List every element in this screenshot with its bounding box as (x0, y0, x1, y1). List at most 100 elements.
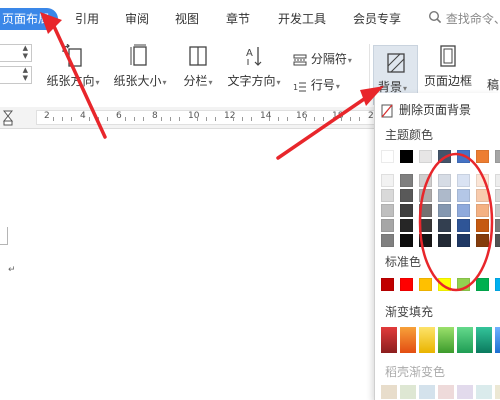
theme-color-swatch[interactable] (438, 234, 451, 247)
tab-developer[interactable]: 开发工具 (278, 8, 326, 30)
theme-color-swatch[interactable] (476, 234, 489, 247)
paper-size-button[interactable]: 纸张大小▾ (110, 44, 170, 89)
standard-color-swatch[interactable] (457, 278, 470, 291)
theme-color-swatch[interactable] (457, 150, 470, 163)
ruler-tick (341, 117, 342, 121)
tab-view[interactable]: 视图 (175, 8, 199, 30)
ruler-label: 6 (116, 111, 122, 121)
tab-references[interactable]: 引用 (75, 8, 99, 30)
theme-color-swatch[interactable] (400, 219, 413, 232)
partial-ribbon-label: 稿 (486, 78, 499, 92)
separator-button[interactable]: 分隔符▾ (293, 50, 363, 67)
theme-color-swatch[interactable] (476, 174, 489, 187)
theme-color-swatch[interactable] (476, 204, 489, 217)
theme-color-swatch[interactable] (381, 234, 394, 247)
theme-color-swatch[interactable] (438, 189, 451, 202)
app-window: 页面布局 引用 审阅 视图 章节 开发工具 会员专享 查找命令、 ▲ ▼ ▲ ▼ 纸… (0, 0, 500, 400)
theme-color-swatch[interactable] (400, 204, 413, 217)
page-corner-mark (0, 227, 8, 245)
theme-color-swatch[interactable] (381, 189, 394, 202)
ruler-tick (242, 117, 243, 121)
theme-color-swatch[interactable] (419, 174, 432, 187)
theme-color-swatch[interactable] (457, 189, 470, 202)
partial-swatch[interactable] (495, 385, 500, 399)
theme-color-swatch[interactable] (495, 234, 500, 247)
gradient-swatch[interactable] (457, 327, 473, 353)
gradient-swatch[interactable] (419, 327, 435, 353)
theme-color-swatch[interactable] (457, 234, 470, 247)
theme-color-swatch[interactable] (381, 174, 394, 187)
theme-color-swatch[interactable] (495, 150, 500, 163)
theme-color-swatch[interactable] (438, 174, 451, 187)
remove-background-item[interactable]: 删除页面背景 (381, 101, 499, 119)
theme-color-swatch[interactable] (495, 204, 500, 217)
theme-color-swatch[interactable] (400, 174, 413, 187)
standard-color-swatch[interactable] (476, 278, 489, 291)
margin-bottom-stepper[interactable]: ▲ ▼ (0, 66, 32, 84)
tab-sections[interactable]: 章节 (226, 8, 250, 30)
partial-swatch[interactable] (419, 385, 435, 399)
theme-color-swatch[interactable] (381, 204, 394, 217)
gradient-swatch[interactable] (495, 327, 500, 353)
theme-color-swatch[interactable] (419, 189, 432, 202)
gradient-swatch[interactable] (438, 327, 454, 353)
ruler-label: 4 (80, 111, 86, 121)
theme-color-swatch[interactable] (438, 150, 451, 163)
columns-button[interactable]: 分栏▾ (176, 44, 220, 89)
partial-swatch[interactable] (476, 385, 492, 399)
theme-color-swatch[interactable] (400, 189, 413, 202)
theme-color-swatch[interactable] (419, 204, 432, 217)
ruler-tick (251, 117, 252, 121)
partial-swatch[interactable] (438, 385, 454, 399)
partial-swatch[interactable] (457, 385, 473, 399)
theme-color-swatch[interactable] (495, 219, 500, 232)
theme-color-swatch[interactable] (381, 150, 394, 163)
theme-color-swatch[interactable] (438, 204, 451, 217)
theme-color-swatch[interactable] (419, 150, 432, 163)
theme-color-swatch[interactable] (457, 204, 470, 217)
theme-color-swatch[interactable] (381, 219, 394, 232)
tab-review[interactable]: 审阅 (125, 8, 149, 30)
theme-color-swatch[interactable] (495, 189, 500, 202)
gradient-fill-heading: 渐变填充 (385, 305, 434, 319)
theme-color-swatch[interactable] (438, 219, 451, 232)
page-border-button[interactable]: 页面边框 (420, 44, 476, 89)
margin-top-stepper[interactable]: ▲ ▼ (0, 44, 32, 62)
theme-color-swatch[interactable] (457, 174, 470, 187)
ruler-tick (170, 117, 171, 121)
partial-ribbon-button[interactable]: 稿 (486, 76, 500, 93)
gradient-swatch[interactable] (476, 327, 492, 353)
partial-swatch[interactable] (381, 385, 397, 399)
gradient-swatch[interactable] (381, 327, 397, 353)
line-number-button[interactable]: 1 行号▾ (293, 76, 363, 93)
ruler-tick (269, 117, 270, 121)
orientation-button[interactable]: 纸张方向▾ (43, 44, 103, 89)
document-canvas[interactable]: ↵ (0, 129, 375, 400)
command-search[interactable]: 查找命令、 (428, 8, 500, 30)
text-direction-button[interactable]: A 文字方向▾ (222, 44, 286, 89)
separator-icon (293, 54, 307, 65)
standard-color-swatch[interactable] (495, 278, 500, 291)
tab-member[interactable]: 会员专享 (353, 8, 401, 30)
indent-marker-icon[interactable] (3, 110, 13, 126)
gradient-swatch[interactable] (400, 327, 416, 353)
columns-icon (189, 46, 207, 66)
theme-color-swatch[interactable] (419, 219, 432, 232)
standard-color-swatch[interactable] (419, 278, 432, 291)
ruler-label: 8 (152, 111, 158, 121)
standard-color-swatch[interactable] (438, 278, 451, 291)
theme-color-swatch[interactable] (400, 150, 413, 163)
theme-color-swatch[interactable] (495, 174, 500, 187)
theme-color-swatch[interactable] (400, 234, 413, 247)
tab-page-layout[interactable]: 页面布局 (0, 8, 59, 30)
theme-color-swatch[interactable] (457, 219, 470, 232)
ruler-tick (143, 117, 144, 121)
theme-color-swatch[interactable] (476, 150, 489, 163)
partial-swatch[interactable] (400, 385, 416, 399)
theme-color-swatch[interactable] (476, 219, 489, 232)
ruler-tick (215, 117, 216, 121)
standard-color-swatch[interactable] (400, 278, 413, 291)
theme-color-swatch[interactable] (476, 189, 489, 202)
theme-color-swatch[interactable] (419, 234, 432, 247)
standard-color-swatch[interactable] (381, 278, 394, 291)
